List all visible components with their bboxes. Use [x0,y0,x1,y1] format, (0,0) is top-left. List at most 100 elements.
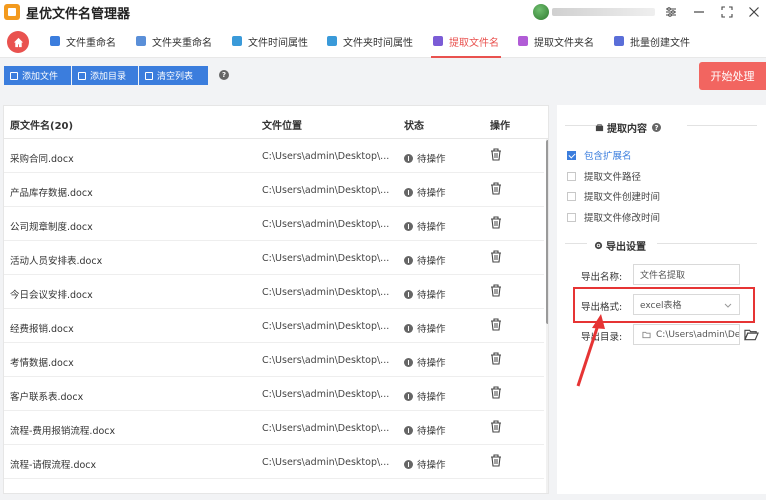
table-row[interactable]: 活动人员安排表.docx C:\Users\admin\Desktop\... 待操… [4,241,544,275]
add-file-label: 添加文件 [22,72,59,82]
option-extract-path[interactable]: 提取文件路径 [567,169,641,183]
checkbox[interactable] [567,171,576,181]
scrollbar-thumb[interactable] [546,140,548,324]
export-settings-title: 导出设置 [594,238,646,253]
tab-file-time[interactable]: 文件时间属性 [232,24,308,58]
bag-icon [595,124,604,132]
file-name: 经费报销.docx [10,324,74,335]
file-location: C:\Users\admin\Desktop\... [262,151,390,162]
add-file-button[interactable]: 添加文件 [4,66,71,85]
tab-extract-filename[interactable]: 提取文件名 [431,24,501,58]
extract-content-title: 提取内容 ? [595,120,661,135]
file-location: C:\Users\admin\Desktop\... [262,219,390,230]
tab-folder-rename[interactable]: 文件夹重命名 [136,24,212,58]
delete-trash-icon[interactable] [490,250,502,263]
header-location[interactable]: 文件位置 [262,117,302,132]
file-name: 今日会议安排.docx [10,290,93,301]
start-process-button[interactable]: 开始处理 [699,62,766,90]
open-folder-icon[interactable] [744,328,759,341]
status-clock-icon [404,357,413,367]
table-row[interactable]: 采购合同.docx C:\Users\admin\Desktop\... 待操作 [4,139,544,173]
file-location: C:\Users\admin\Desktop\... [262,389,390,400]
file-name: 采购合同.docx [10,154,74,165]
home-button[interactable] [7,31,29,53]
app-title: 星优文件名管理器 [26,6,131,22]
file-location: C:\Users\admin\Desktop\... [262,321,390,332]
header-status[interactable]: 状态 [404,117,424,132]
delete-trash-icon[interactable] [490,148,502,161]
file-status: 待操作 [404,185,446,199]
delete-trash-icon[interactable] [490,284,502,297]
tab-bar: 文件重命名 文件夹重命名 文件时间属性 文件夹时间属性 提取文件名 提取文件夹名… [0,24,766,58]
option-extract-modified-time[interactable]: 提取文件修改时间 [567,210,660,224]
add-directory-button[interactable]: 添加目录 [72,66,138,85]
tab-file-rename[interactable]: 文件重命名 [50,24,116,58]
file-status: 待操作 [404,389,446,403]
folder-time-icon [327,36,337,46]
status-clock-icon [404,391,413,401]
user-avatar[interactable] [533,4,549,20]
export-directory-input[interactable]: C:\Users\admin\Des [633,324,740,345]
clear-list-icon [145,71,153,80]
tab-label: 文件夹重命名 [152,37,212,49]
table-row[interactable]: 考情数据.docx C:\Users\admin\Desktop\... 待操作 [4,343,544,377]
settings-sliders-icon[interactable] [662,3,680,21]
tab-extract-foldername[interactable]: 提取文件夹名 [518,24,594,58]
gear-icon [594,241,603,250]
checkbox-checked[interactable] [567,150,576,160]
delete-trash-icon[interactable] [490,352,502,365]
option-extract-created-time[interactable]: 提取文件创建时间 [567,189,660,203]
table-row[interactable]: 客户联系表.docx C:\Users\admin\Desktop\... 待操作 [4,377,544,411]
extract-filename-icon [433,36,443,46]
table-row[interactable]: 今日会议安排.docx C:\Users\admin\Desktop\... 待操作 [4,275,544,309]
status-text: 待操作 [417,392,446,403]
status-text: 待操作 [417,358,446,369]
export-name-input[interactable]: 文件名提取 [633,264,740,285]
extract-foldername-icon [518,36,528,46]
clear-list-button[interactable]: 清空列表 [139,66,208,85]
status-clock-icon [404,459,413,469]
toolbar: 添加文件 添加目录 清空列表 ? [0,58,766,100]
table-row[interactable]: 流程-费用报销流程.docx C:\Users\admin\Desktop\...… [4,411,544,445]
arrow-annotation [576,314,605,387]
checkbox[interactable] [567,191,576,201]
delete-trash-icon[interactable] [490,182,502,195]
header-action: 操作 [490,121,510,132]
file-status: 待操作 [404,321,446,335]
checkbox[interactable] [567,212,576,222]
delete-trash-icon[interactable] [490,386,502,399]
file-status: 待操作 [404,423,446,437]
minimize-icon[interactable] [690,3,708,21]
help-icon[interactable]: ? [219,70,229,80]
delete-trash-icon[interactable] [490,318,502,331]
file-status: 待操作 [404,151,446,165]
tab-batch-create[interactable]: 批量创建文件 [614,24,690,58]
clear-list-label: 清空列表 [157,72,194,82]
file-name: 流程-费用报销流程.docx [10,426,116,437]
delete-trash-icon[interactable] [490,454,502,467]
delete-trash-icon[interactable] [490,216,502,229]
export-title-text: 导出设置 [606,242,646,253]
divider [565,125,597,126]
tab-folder-time[interactable]: 文件夹时间属性 [327,24,413,58]
header-original-name[interactable]: 原文件名(20) [10,117,73,132]
username-placeholder[interactable] [552,8,655,16]
add-directory-icon [78,71,86,80]
add-file-icon [10,71,18,80]
extract-help-icon[interactable]: ? [652,123,661,132]
status-clock-icon [404,187,413,197]
delete-trash-icon[interactable] [490,420,502,433]
export-name-label: 导出名称: [581,272,623,283]
table-row[interactable]: 经费报销.docx C:\Users\admin\Desktop\... 待操作 [4,309,544,343]
status-text: 待操作 [417,324,446,335]
close-icon[interactable] [745,3,763,21]
table-row[interactable]: 公司规章制度.docx C:\Users\admin\Desktop\... 待操作 [4,207,544,241]
status-clock-icon [404,323,413,333]
status-clock-icon [404,289,413,299]
table-row[interactable]: 产品库存数据.docx C:\Users\admin\Desktop\... 待操作 [4,173,544,207]
option-include-extension[interactable]: 包含扩展名 [567,148,632,162]
tab-label: 提取文件名 [449,37,499,49]
option-label: 提取文件创建时间 [584,192,661,203]
maximize-icon[interactable] [718,3,736,21]
table-row[interactable]: 流程-请假流程.docx C:\Users\admin\Desktop\... 待操… [4,445,544,479]
